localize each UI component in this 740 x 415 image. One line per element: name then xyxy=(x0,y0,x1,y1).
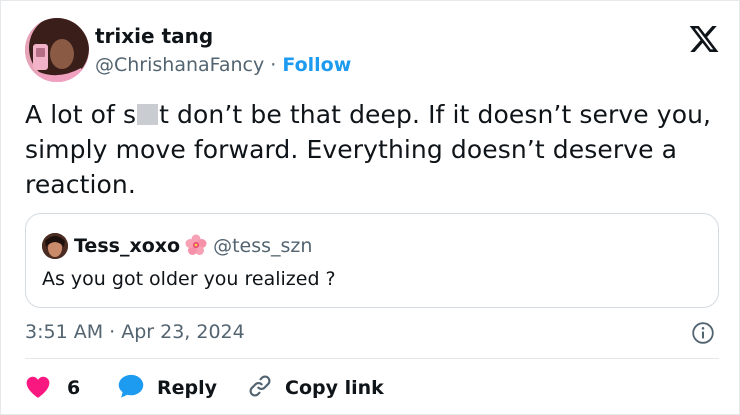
info-icon[interactable] xyxy=(691,321,715,345)
quoted-header: Tess_xoxo @tess_szn xyxy=(74,233,312,259)
author-name[interactable]: trixie tang xyxy=(95,23,351,49)
reply-label: Reply xyxy=(157,377,218,399)
author-block: trixie tang @ChrishanaFancy · Follow xyxy=(95,23,351,78)
author-handle-line: @ChrishanaFancy · Follow xyxy=(95,52,351,78)
link-icon xyxy=(249,375,271,397)
flower-emoji-icon xyxy=(185,234,207,255)
quoted-tweet[interactable]: Tess_xoxo @tess_szn As you got older you… xyxy=(25,213,719,308)
quoted-author-handle: @tess_szn xyxy=(213,235,313,257)
divider xyxy=(25,358,719,359)
tweet-timestamp[interactable]: 3:51 AM · Apr 23, 2024 xyxy=(25,319,245,345)
avatar-photo xyxy=(25,18,89,82)
tweet-text-start: A lot of s xyxy=(25,100,137,129)
reply-bubble-icon xyxy=(118,374,144,398)
quoted-tweet-text: As you got older you realized ? xyxy=(42,268,336,290)
tweet-text: A lot of st don’t be that deep. If it do… xyxy=(25,97,715,202)
quoted-author-name: Tess_xoxo xyxy=(74,235,181,257)
reply-button[interactable]: Reply xyxy=(117,373,217,403)
like-button[interactable]: 6 xyxy=(25,373,80,403)
censor-block xyxy=(137,104,159,125)
copy-link-button[interactable]: Copy link xyxy=(247,373,384,403)
heart-icon xyxy=(26,376,50,398)
copy-link-label: Copy link xyxy=(285,377,384,399)
author-avatar[interactable] xyxy=(25,18,89,82)
like-count: 6 xyxy=(67,377,81,399)
follow-button[interactable]: Follow xyxy=(282,54,351,76)
author-handle[interactable]: @ChrishanaFancy xyxy=(95,54,264,76)
tweet-card: trixie tang @ChrishanaFancy · Follow A l… xyxy=(0,0,740,415)
quoted-avatar-photo xyxy=(42,233,68,259)
separator-dot: · xyxy=(270,54,277,76)
quoted-author-avatar xyxy=(42,233,68,259)
x-logo-icon[interactable] xyxy=(687,23,721,55)
